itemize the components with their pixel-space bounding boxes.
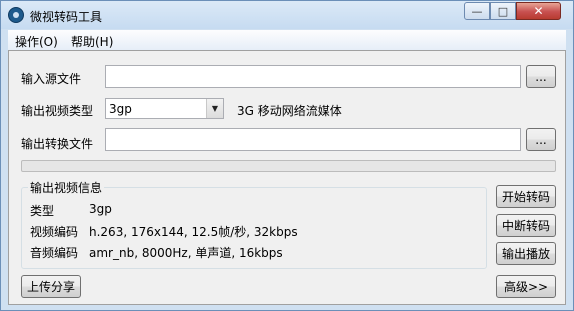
info-audio-codec-value: amr_nb, 8000Hz, 单声道, 16kbps <box>89 246 283 260</box>
maximize-button[interactable]: □ <box>490 2 516 20</box>
output-file-label: 输出转换文件 <box>21 137 94 151</box>
output-type-description: 3G 移动网络流媒体 <box>237 104 342 118</box>
video-info-title: 输出视频信息 <box>28 179 105 196</box>
window-title: 微视转码工具 <box>30 10 103 24</box>
advanced-button[interactable]: 高级>> <box>496 275 556 298</box>
chevron-down-icon[interactable]: ▼ <box>206 99 223 118</box>
conversion-progress-bar <box>21 160 556 172</box>
info-type-key: 类型 <box>30 204 55 218</box>
input-file-label: 输入源文件 <box>21 72 82 86</box>
output-type-select[interactable]: 3gp ▼ <box>105 98 224 119</box>
menu-help[interactable]: 帮助(H) <box>71 33 113 50</box>
info-audio-codec-key: 音频编码 <box>30 246 79 260</box>
input-browse-button[interactable]: ... <box>526 65 556 88</box>
main-panel: 输入源文件 ... 输出视频类型 3gp ▼ 3G 移动网络流媒体 输出转换文件… <box>8 50 566 305</box>
info-video-codec-key: 视频编码 <box>30 225 79 239</box>
close-button[interactable]: ✕ <box>516 2 561 20</box>
input-file-field[interactable] <box>105 65 521 88</box>
info-type-value: 3gp <box>89 202 112 216</box>
app-window: 微视转码工具 — □ ✕ 操作(O) 帮助(H) 输入源文件 ... 输出视频类… <box>0 0 574 311</box>
app-logo-icon <box>8 7 24 23</box>
stop-convert-button[interactable]: 中断转码 <box>496 214 556 237</box>
video-info-group: 输出视频信息 类型 3gp 视频编码 h.263, 176x144, 12.5帧… <box>21 179 487 269</box>
menu-bar: 操作(O) 帮助(H) <box>8 30 566 50</box>
upload-share-button[interactable]: 上传分享 <box>21 275 81 298</box>
output-browse-button[interactable]: ... <box>526 128 556 151</box>
title-bar[interactable]: 微视转码工具 — □ ✕ <box>1 1 573 29</box>
output-file-field[interactable] <box>105 128 521 151</box>
info-video-codec-value: h.263, 176x144, 12.5帧/秒, 32kbps <box>89 225 298 239</box>
start-convert-button[interactable]: 开始转码 <box>496 185 556 208</box>
minimize-button[interactable]: — <box>464 2 490 20</box>
output-type-label: 输出视频类型 <box>21 104 94 118</box>
menu-operate[interactable]: 操作(O) <box>15 33 58 50</box>
output-type-value: 3gp <box>109 102 132 116</box>
play-output-button[interactable]: 输出播放 <box>496 242 556 265</box>
